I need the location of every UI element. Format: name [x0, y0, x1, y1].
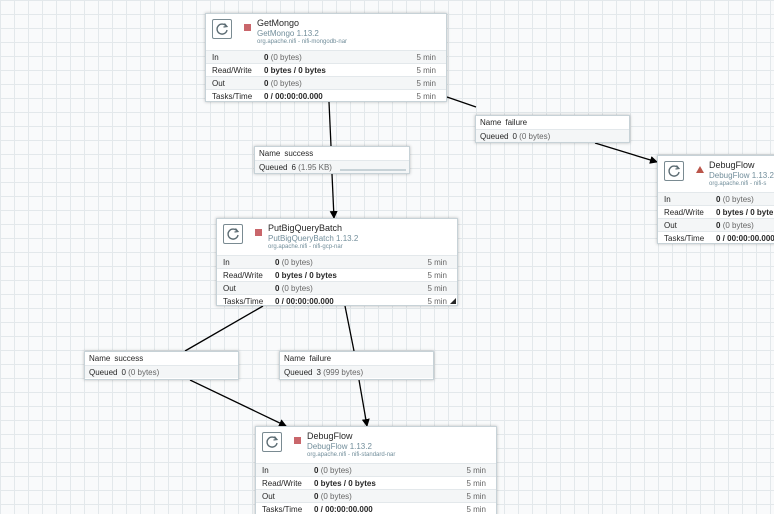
edge-bq-success[interactable] [189, 379, 287, 427]
connection-label-mongo-success[interactable]: Name success Queued 6 (1.95 KB) [254, 146, 410, 174]
connection-name: Name failure [480, 118, 528, 127]
edge-bq-failure[interactable] [344, 305, 355, 352]
connection-queued: Queued 3 (999 bytes) [280, 365, 433, 378]
processor-icon [212, 19, 232, 39]
processor-bundle: org.apache.nifi - nifi-s [709, 181, 767, 187]
edge-bq-success[interactable] [184, 305, 264, 352]
processor-icon [262, 432, 282, 452]
stat-in: In 0 (0 bytes) [658, 192, 774, 205]
resize-corner-icon [450, 298, 456, 304]
stat-tasks: Tasks/Time 0 / 00:00:00.000 5 min [217, 294, 457, 307]
connection-name: Name failure [284, 354, 332, 363]
edge-bq-failure[interactable] [358, 379, 370, 427]
stat-read-write: Read/Write 0 bytes / 0 bytes 5 min [206, 63, 446, 76]
processor-name: GetMongo [257, 18, 300, 28]
stopped-icon [244, 24, 251, 31]
stopped-icon [294, 437, 301, 444]
stat-in: In 0 (0 bytes) 5 min [256, 463, 496, 476]
stat-tasks: Tasks/Time 0 / 00:00:00.000 5 min [206, 89, 446, 102]
processor-type: GetMongo 1.13.2 [257, 29, 319, 38]
processor-debugflow-bottom[interactable]: DebugFlow DebugFlow 1.13.2 org.apache.ni… [255, 426, 497, 514]
processor-type: DebugFlow 1.13.2 [709, 171, 774, 180]
processor-type: PutBigQueryBatch 1.13.2 [268, 234, 359, 243]
stat-tasks: Tasks/Time 0 / 00:00:00.000 5 min [256, 502, 496, 514]
stat-out: Out 0 (0 bytes) [658, 218, 774, 231]
stat-out: Out 0 (0 bytes) 5 min [256, 489, 496, 502]
edge-mongo-success[interactable] [328, 101, 332, 147]
stat-read-write: Read/Write 0 bytes / 0 byte [658, 205, 774, 218]
processor-debugflow-right[interactable]: DebugFlow DebugFlow 1.13.2 org.apache.ni… [657, 155, 774, 244]
warning-icon [696, 166, 704, 173]
flow-canvas[interactable]: GetMongo GetMongo 1.13.2 org.apache.nifi… [0, 0, 774, 514]
connection-queued: Queued 0 (0 bytes) [85, 365, 238, 378]
connection-label-bq-failure[interactable]: Name failure Queued 3 (999 bytes) [279, 351, 434, 380]
edge-mongo-success[interactable] [329, 173, 338, 219]
stat-in: In 0 (0 bytes) 5 min [217, 255, 457, 268]
connection-queued: Queued 6 (1.95 KB) [255, 160, 409, 173]
connection-name: Name success [89, 354, 144, 363]
processor-name: DebugFlow [709, 160, 755, 170]
stat-out: Out 0 (0 bytes) 5 min [217, 281, 457, 294]
processor-bundle: org.apache.nifi - nifi-mongodb-nar [257, 39, 348, 45]
processor-bundle: org.apache.nifi - nifi-gcp-nar [268, 244, 343, 250]
processor-icon [223, 224, 243, 244]
processor-bundle: org.apache.nifi - nifi-standard-nar [307, 452, 396, 458]
stat-read-write: Read/Write 0 bytes / 0 bytes 5 min [256, 476, 496, 489]
stat-read-write: Read/Write 0 bytes / 0 bytes 5 min [217, 268, 457, 281]
processor-name: DebugFlow [307, 431, 353, 441]
connection-label-mongo-failure[interactable]: Name failure Queued 0 (0 bytes) [475, 115, 630, 143]
edge-mongo-failure[interactable] [446, 96, 477, 108]
stat-tasks: Tasks/Time 0 / 00:00:00.000 [658, 231, 774, 244]
processor-putbigquerybatch[interactable]: PutBigQueryBatch PutBigQueryBatch 1.13.2… [216, 218, 458, 306]
processor-getmongo[interactable]: GetMongo GetMongo 1.13.2 org.apache.nifi… [205, 13, 447, 102]
queue-progress-bar [340, 169, 406, 171]
stopped-icon [255, 229, 262, 236]
connection-queued: Queued 0 (0 bytes) [476, 129, 629, 142]
connection-name: Name success [259, 149, 314, 158]
processor-name: PutBigQueryBatch [268, 223, 343, 233]
processor-icon [664, 161, 684, 181]
stat-out: Out 0 (0 bytes) 5 min [206, 76, 446, 89]
edge-mongo-failure[interactable] [594, 142, 658, 164]
processor-type: DebugFlow 1.13.2 [307, 442, 372, 451]
stat-in: In 0 (0 bytes) 5 min [206, 50, 446, 63]
connection-label-bq-success[interactable]: Name success Queued 0 (0 bytes) [84, 351, 239, 380]
